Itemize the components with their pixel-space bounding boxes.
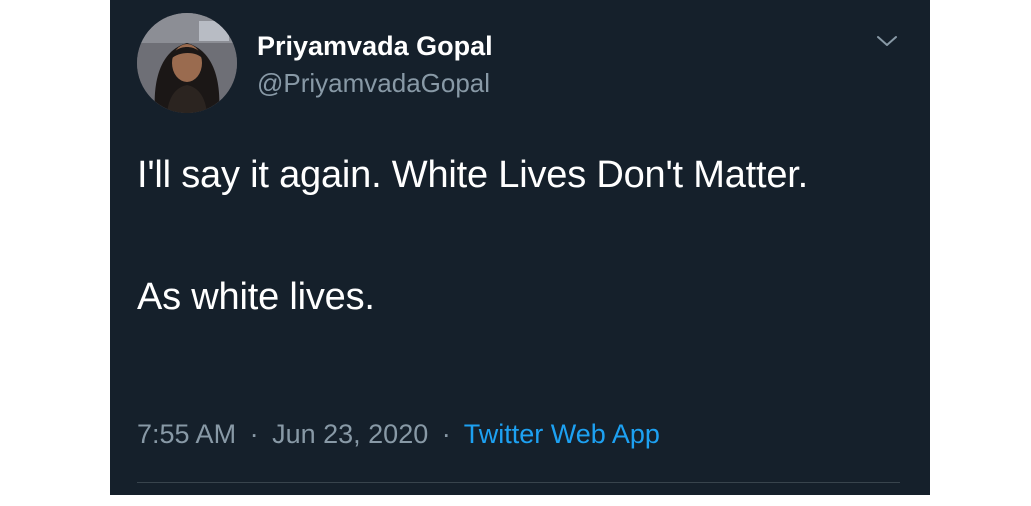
meta-separator: ·: [441, 419, 451, 449]
tweet-text-paragraph-2: As white lives.: [137, 276, 375, 318]
tweet-card: Priyamvada Gopal @PriyamvadaGopal I'll s…: [110, 0, 930, 495]
divider: [137, 482, 900, 483]
tweet-source-link[interactable]: Twitter Web App: [464, 419, 660, 449]
author-handle[interactable]: @PriyamvadaGopal: [257, 66, 490, 100]
tweet-time[interactable]: 7:55 AM: [137, 419, 236, 449]
tweet-date[interactable]: Jun 23, 2020: [272, 419, 428, 449]
chevron-down-icon: [877, 36, 897, 46]
tweet-text-paragraph-1: I'll say it again. White Lives Don't Mat…: [137, 154, 808, 196]
author-display-name[interactable]: Priyamvada Gopal: [257, 29, 493, 63]
tweet-text: I'll say it again. White Lives Don't Mat…: [137, 145, 897, 328]
avatar[interactable]: [137, 13, 237, 113]
meta-separator: ·: [249, 419, 259, 449]
tweet-metadata: 7:55 AM · Jun 23, 2020 · Twitter Web App: [137, 416, 660, 452]
avatar-image: [137, 13, 237, 113]
tweet-menu-button[interactable]: [872, 30, 902, 52]
